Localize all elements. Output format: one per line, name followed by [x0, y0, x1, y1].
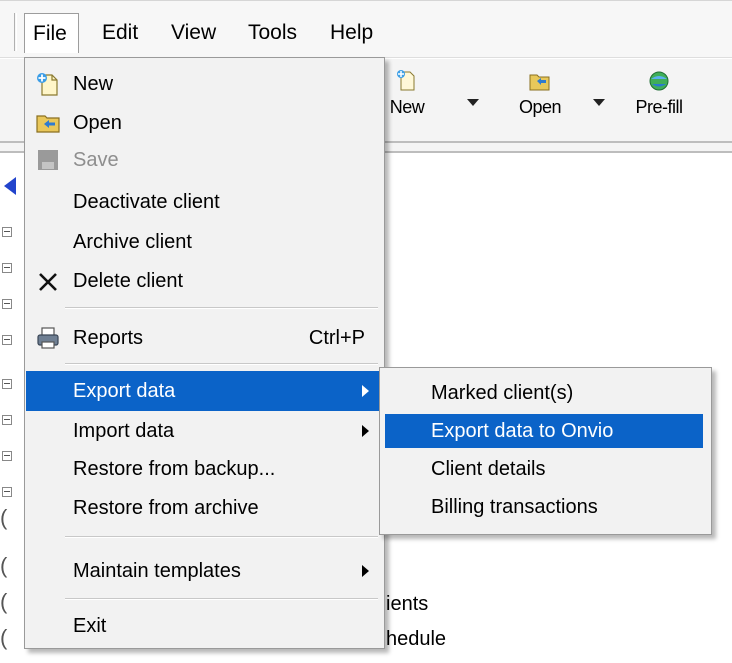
menu-item-delete-client[interactable]: Delete client [26, 263, 383, 299]
tree-expand-icon[interactable] [2, 335, 12, 345]
menu-item-import-data[interactable]: Import data [26, 413, 383, 449]
toolbar-prefill-button[interactable]: Pre-fill [617, 63, 701, 118]
submenu-item-marked-clients[interactable]: Marked client(s) [381, 376, 710, 410]
tree-expand-icon[interactable] [2, 227, 12, 237]
menu-item-restore-from-archive[interactable]: Restore from archive [26, 490, 383, 526]
submenu-item-billing-transactions-label: Billing transactions [431, 496, 598, 518]
tree-root-icon [4, 177, 16, 195]
submenu-item-export-data-to-onvio-label: Export data to Onvio [431, 420, 614, 442]
tree-item-label[interactable]: hedule [386, 628, 446, 651]
file-menu: New Open Save Deactivate client Archive … [24, 57, 385, 649]
tree-expand-icon[interactable] [2, 379, 12, 389]
submenu-item-export-data-to-onvio[interactable]: Export data to Onvio [385, 414, 703, 448]
menu-item-exit-label: Exit [73, 615, 107, 637]
globe-icon [649, 71, 669, 91]
menu-item-save: Save [26, 142, 383, 178]
submenu-arrow-icon [362, 385, 369, 397]
tree-node-icon: ( [0, 553, 8, 578]
menu-item-new[interactable]: New [26, 66, 383, 102]
menu-item-maintain-templates-label: Maintain templates [73, 560, 241, 582]
toolbar-open-label: Open [518, 97, 562, 117]
tree-expand-icon[interactable] [2, 487, 12, 497]
menu-item-reports[interactable]: Reports Ctrl+P [26, 320, 383, 356]
menu-item-reports-label: Reports [73, 327, 144, 349]
toolbar-open-dropdown-icon[interactable] [593, 99, 605, 106]
toolbar-new-dropdown-icon[interactable] [467, 99, 479, 106]
submenu-arrow-icon [362, 425, 369, 437]
menu-item-deactivate-client-label: Deactivate client [73, 191, 220, 213]
menu-item-save-label: Save [73, 149, 119, 171]
tree-node-icon: ( [0, 505, 8, 530]
menu-edit[interactable]: Edit [94, 13, 146, 53]
menu-item-export-data[interactable]: Export data [26, 371, 383, 411]
submenu-item-client-details[interactable]: Client details [381, 452, 710, 486]
menu-item-open-label: Open [73, 112, 122, 134]
menu-separator [65, 363, 378, 365]
toolbar-prefill-label: Pre-fill [635, 97, 683, 117]
menu-item-archive-client[interactable]: Archive client [26, 224, 383, 260]
tree-node-icon: ( [0, 589, 8, 614]
menu-item-reports-shortcut: Ctrl+P [308, 327, 365, 349]
menu-tools[interactable]: Tools [240, 13, 305, 53]
new-document-icon [397, 70, 415, 91]
menu-item-new-label: New [73, 73, 114, 95]
menu-item-open[interactable]: Open [26, 105, 383, 141]
submenu-item-client-details-label: Client details [431, 458, 546, 480]
delete-x-icon [39, 273, 57, 291]
menu-item-archive-client-label: Archive client [73, 231, 192, 253]
menu-item-deactivate-client[interactable]: Deactivate client [26, 184, 383, 220]
submenu-arrow-icon [362, 565, 369, 577]
menu-separator [65, 307, 378, 309]
menu-item-import-data-label: Import data [73, 420, 175, 442]
menu-file[interactable]: File [24, 13, 79, 53]
submenu-item-marked-clients-label: Marked client(s) [431, 382, 574, 404]
menu-help[interactable]: Help [322, 13, 381, 53]
submenu-item-billing-transactions[interactable]: Billing transactions [381, 490, 710, 524]
menu-item-delete-client-label: Delete client [73, 270, 184, 292]
menu-separator [65, 598, 378, 600]
tree-item-label[interactable]: ients [386, 593, 428, 616]
menu-item-restore-from-backup[interactable]: Restore from backup... [26, 451, 383, 487]
menu-item-exit[interactable]: Exit [26, 608, 383, 644]
export-data-submenu: Marked client(s) Export data to Onvio Cl… [379, 367, 712, 535]
new-document-icon [37, 73, 58, 96]
tree-expand-icon[interactable] [2, 451, 12, 461]
menu-item-export-data-label: Export data [73, 380, 176, 402]
tree-expand-icon[interactable] [2, 263, 12, 273]
tree-expand-icon[interactable] [2, 299, 12, 309]
menu-bar-grip [14, 13, 17, 51]
open-folder-icon [529, 74, 550, 91]
menu-bar: File Edit View Tools Help [0, 0, 732, 58]
open-folder-icon [36, 115, 60, 133]
menu-separator [65, 536, 378, 538]
toolbar-open-button[interactable]: Open [498, 63, 582, 118]
menu-view[interactable]: View [163, 13, 224, 53]
menu-item-restore-from-backup-label: Restore from backup... [73, 458, 276, 480]
save-icon [38, 150, 58, 170]
tree-expand-icon[interactable] [2, 415, 12, 425]
printer-icon [37, 327, 59, 349]
menu-item-maintain-templates[interactable]: Maintain templates [26, 553, 383, 589]
menu-item-restore-from-archive-label: Restore from archive [73, 497, 259, 519]
tree-node-icon: ( [0, 625, 8, 650]
